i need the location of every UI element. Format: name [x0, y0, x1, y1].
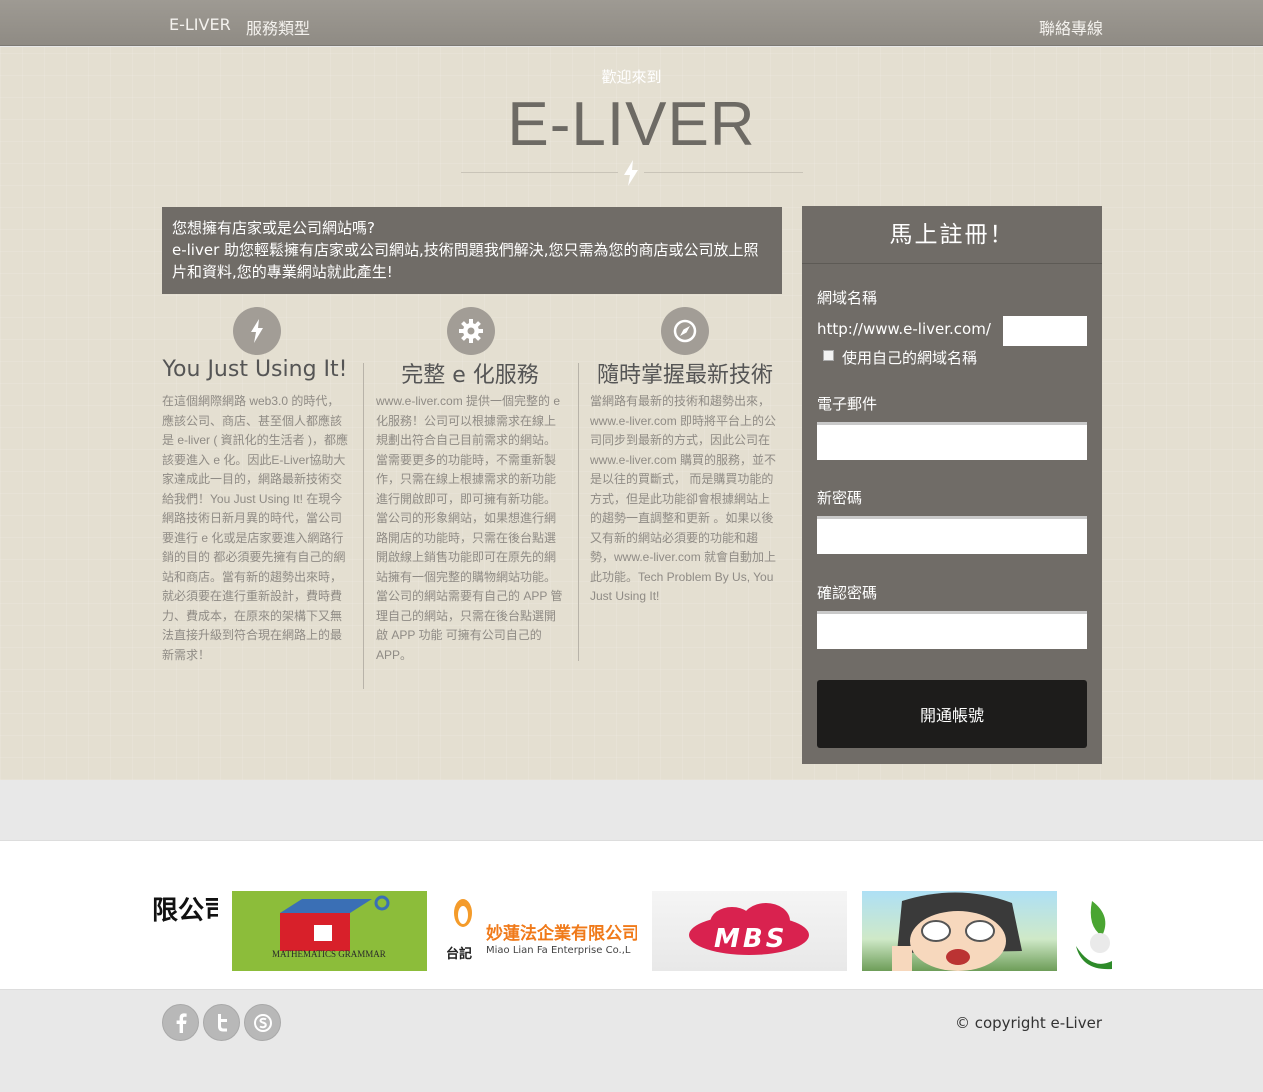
- column-divider: [578, 363, 579, 661]
- company-logo-partial[interactable]: 限公司: [152, 891, 218, 951]
- feature-title: 完整 e 化服務: [401, 363, 539, 388]
- logo-text: MATHEMATICS GRAMMAR: [272, 949, 386, 959]
- mbs-logo[interactable]: MBS: [652, 891, 847, 971]
- intro-question: 您想擁有店家或是公司網站嗎?: [172, 219, 375, 237]
- intro-description: e-liver 助您輕鬆擁有店家或公司網站,技術問題我們解決,您只需為您的商店或…: [172, 241, 759, 281]
- divider-right: [644, 172, 803, 173]
- feature-text: 當網路有最新的技術和趨勢出來，www.e-liver.com 即時將平台上的公司…: [590, 394, 777, 603]
- mathematics-grammar-logo[interactable]: MATHEMATICS GRAMMAR: [232, 891, 427, 971]
- intro-box: 您想擁有店家或是公司網站嗎? e-liver 助您輕鬆擁有店家或公司網站,技術問…: [162, 207, 782, 294]
- facebook-icon[interactable]: [162, 1004, 199, 1041]
- feature-text: 在這個網際網路 web3.0 的時代，應該公司、商店、甚至個人都應該是 e-li…: [162, 394, 349, 662]
- feature-text: www.e-liver.com 提供一個完整的 e 化服務！公司可以根據需求在線…: [376, 394, 563, 662]
- bolt-icon: [233, 307, 281, 355]
- domain-input[interactable]: [1003, 316, 1087, 346]
- nav-services-link[interactable]: 服務類型: [246, 15, 310, 39]
- logo-text: MBS: [714, 924, 788, 954]
- logo-brand: 台記: [446, 947, 473, 962]
- welcome-text: 歡迎來到: [601, 68, 662, 86]
- register-panel: 馬上註冊！ 網域名稱 http://www.e-liver.com/ 使用自己的…: [802, 206, 1102, 764]
- skype-icon[interactable]: [244, 1004, 281, 1041]
- logo-text: 限公司: [152, 896, 218, 926]
- email-label: 電子郵件: [817, 395, 878, 413]
- register-title: 馬上註冊！: [802, 206, 1102, 264]
- partner-logos-strip: 限公司 MATHEMATICS GRAMMAR 台記 妙蓮法企業有限公司 Mia…: [0, 840, 1263, 990]
- page-title: E-LIVER: [507, 90, 756, 159]
- feature-title: 隨時掌握最新技術: [596, 363, 773, 388]
- column-divider: [363, 363, 364, 689]
- own-domain-label: 使用自己的網域名稱: [842, 349, 978, 367]
- confirm-password-label: 確認密碼: [817, 584, 878, 602]
- anime-character-image[interactable]: [862, 891, 1057, 971]
- confirm-password-field[interactable]: [817, 611, 1087, 649]
- bolt-icon: [624, 160, 638, 186]
- footer: © copyright e-Liver: [0, 991, 1263, 1092]
- gear-icon: [447, 307, 495, 355]
- divider-left: [461, 172, 618, 173]
- hero-section: 歡迎來到 E-LIVER 您想擁有店家或是公司網站嗎? e-liver 助您輕鬆…: [0, 47, 1263, 780]
- nav-contact-link[interactable]: 聯絡專線: [1039, 15, 1103, 39]
- miao-lian-fa-logo[interactable]: 台記 妙蓮法企業有限公司 Miao Lian Fa Enterprise Co.…: [442, 891, 637, 971]
- password-field[interactable]: [817, 516, 1087, 554]
- top-navbar: E-LIVER 服務類型 聯絡專線: [0, 0, 1263, 46]
- compass-icon: [661, 307, 709, 355]
- open-account-button[interactable]: 開通帳號: [817, 680, 1087, 748]
- green-leaf-logo[interactable]: [1072, 891, 1112, 971]
- logo-text-cn: 妙蓮法企業有限公司: [486, 924, 637, 944]
- domain-prefix: http://www.e-liver.com/: [817, 320, 991, 338]
- twitter-icon[interactable]: [203, 1004, 240, 1041]
- separator-band: [0, 780, 1263, 838]
- own-domain-checkbox[interactable]: [823, 350, 834, 361]
- copyright-text: © copyright e-Liver: [954, 1014, 1102, 1032]
- feature-title: You Just Using It!: [162, 357, 348, 382]
- logo-text-en: Miao Lian Fa Enterprise Co.,L: [486, 945, 631, 956]
- nav-brand-link[interactable]: E-LIVER: [169, 15, 231, 34]
- email-field[interactable]: [817, 422, 1087, 460]
- domain-label: 網域名稱: [817, 289, 878, 307]
- password-label: 新密碼: [817, 489, 863, 507]
